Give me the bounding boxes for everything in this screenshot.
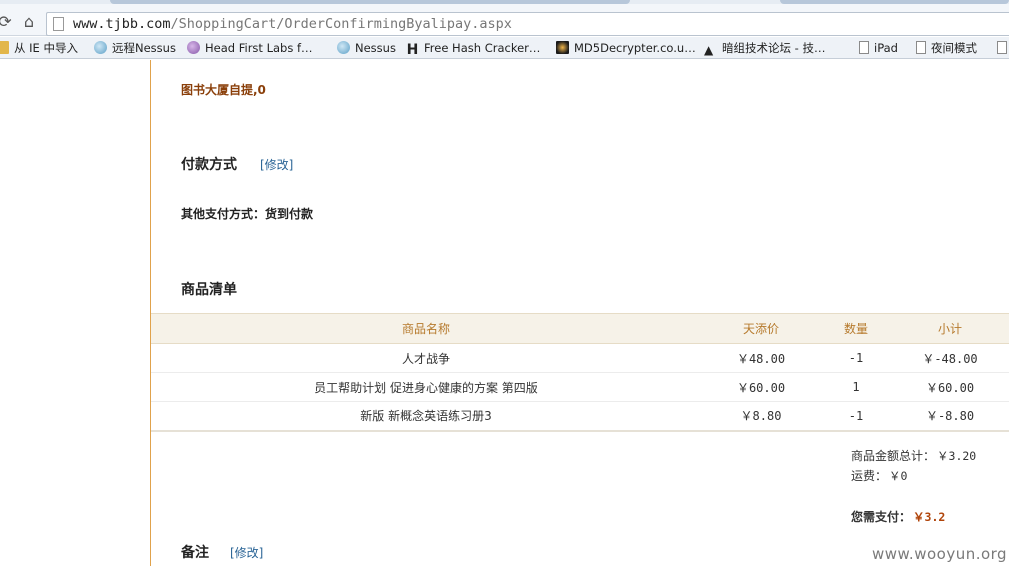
goods-total-label: 商品金额总计： bbox=[851, 449, 936, 463]
bookmark-ipad[interactable]: iPad bbox=[859, 39, 898, 57]
table-header-row: 商品名称 天添价 数量 小计 bbox=[151, 313, 1009, 344]
amount-due-label: 您需支付： bbox=[851, 510, 912, 524]
home-icon[interactable]: ⌂ bbox=[20, 13, 38, 31]
page-icon bbox=[997, 41, 1007, 54]
globe-icon bbox=[337, 41, 350, 54]
edit-payment-link[interactable]: [修改] bbox=[260, 156, 293, 173]
page-icon bbox=[53, 17, 64, 31]
watermark: www.wooyun.org bbox=[872, 545, 1008, 563]
bookmark-label: Free Hash Cracker… bbox=[424, 41, 541, 55]
page-icon bbox=[916, 41, 926, 54]
address-bar: ⟳ ⌂ www.tjbb.com/ShoppingCart/OrderConfi… bbox=[0, 4, 1009, 36]
bookmark-forum[interactable]: ▲ 暗组技术论坛 - 技… bbox=[704, 39, 825, 57]
shipping-value: ￥0 bbox=[889, 469, 908, 483]
item-subtotal: ￥60.00 bbox=[891, 372, 1009, 402]
item-price: ￥60.00 bbox=[701, 372, 821, 402]
item-name: 员工帮助计划 促进身心健康的方案 第四版 bbox=[151, 372, 701, 402]
header-name: 商品名称 bbox=[151, 313, 701, 344]
bookmark-remote-nessus[interactable]: 远程Nessus bbox=[94, 39, 176, 57]
bookmark-nessus[interactable]: Nessus bbox=[337, 39, 396, 57]
globe-icon bbox=[94, 41, 107, 54]
bookmark-label: 暗组技术论坛 - 技… bbox=[722, 41, 826, 55]
url-host: www.tjbb.com bbox=[73, 16, 171, 32]
bookmark-overflow[interactable] bbox=[997, 39, 1009, 57]
bookmark-label: 远程Nessus bbox=[112, 41, 176, 55]
bookmark-label: iPad bbox=[874, 41, 898, 55]
item-price: ￥48.00 bbox=[701, 343, 821, 373]
bookmarks-bar: 从 IE 中导入 远程Nessus Head First Labs f… Nes… bbox=[0, 37, 1009, 59]
url-path: /ShoppingCart/OrderConfirmingByalipay.as… bbox=[170, 16, 512, 32]
amount-due: 您需支付： ￥3.2 bbox=[851, 508, 945, 525]
item-name: 人才战争 bbox=[151, 343, 701, 373]
payment-method-text: 其他支付方式：货到付款 bbox=[181, 207, 314, 221]
header-qty: 数量 bbox=[821, 313, 891, 344]
bookmark-night-mode[interactable]: 夜间模式 bbox=[916, 39, 977, 57]
amount-due-value: ￥3.2 bbox=[913, 510, 946, 524]
bookmark-label: MD5Decrypter.co.u… bbox=[574, 41, 696, 55]
payment-section-title: 付款方式 bbox=[181, 157, 237, 173]
goods-total: 商品金额总计： ￥3.20 bbox=[851, 447, 976, 464]
header-subtotal: 小计 bbox=[891, 313, 1009, 344]
page-content: 图书大厦自提,0 付款方式 [修改] 其他支付方式：货到付款 商品清单 商品名称… bbox=[0, 60, 1009, 566]
shipping-label: 运费： bbox=[851, 469, 888, 483]
items-table: 商品名称 天添价 数量 小计 人才战争 ￥48.00 -1 ￥-48.00 员工… bbox=[151, 313, 1009, 432]
bookmark-free-hash-cracker[interactable]: H Free Hash Cracker… bbox=[406, 39, 541, 58]
bookmark-label: Nessus bbox=[355, 41, 396, 55]
item-qty: 1 bbox=[821, 372, 891, 402]
edit-remarks-link[interactable]: [修改] bbox=[230, 544, 263, 561]
hat-icon: ▲ bbox=[704, 43, 714, 57]
bookmark-label: Head First Labs f… bbox=[205, 41, 313, 55]
item-subtotal: ￥-8.80 bbox=[891, 401, 1009, 432]
table-row: 新版 新概念英语练习册3 ￥8.80 -1 ￥-8.80 bbox=[151, 401, 1009, 432]
item-price: ￥8.80 bbox=[701, 401, 821, 432]
goods-total-value: ￥3.20 bbox=[937, 449, 977, 463]
item-name: 新版 新概念英语练习册3 bbox=[151, 401, 701, 432]
items-section-title: 商品清单 bbox=[181, 282, 237, 298]
table-row: 人才战争 ￥48.00 -1 ￥-48.00 bbox=[151, 343, 1009, 373]
reload-icon[interactable]: ⟳ bbox=[0, 13, 14, 31]
item-qty: -1 bbox=[821, 401, 891, 432]
remarks-section-title: 备注 bbox=[181, 545, 209, 561]
url-input[interactable]: www.tjbb.com/ShoppingCart/OrderConfirmin… bbox=[46, 12, 1009, 36]
item-subtotal: ￥-48.00 bbox=[891, 343, 1009, 373]
table-row: 员工帮助计划 促进身心健康的方案 第四版 ￥60.00 1 ￥60.00 bbox=[151, 372, 1009, 402]
url-text: www.tjbb.com/ShoppingCart/OrderConfirmin… bbox=[73, 16, 512, 32]
bookmark-import-ie[interactable]: 从 IE 中导入 bbox=[0, 39, 78, 57]
brain-icon bbox=[187, 41, 200, 54]
site-icon bbox=[556, 41, 569, 54]
folder-icon bbox=[0, 41, 9, 54]
pickup-info: 图书大厦自提,0 bbox=[181, 83, 266, 97]
item-qty: -1 bbox=[821, 343, 891, 373]
bookmark-label: 夜间模式 bbox=[931, 41, 977, 55]
bookmark-md5decrypter[interactable]: MD5Decrypter.co.u… bbox=[556, 39, 696, 57]
hash-icon: H bbox=[406, 42, 419, 58]
shipping-fee: 运费： ￥0 bbox=[851, 467, 907, 484]
bookmark-head-first-labs[interactable]: Head First Labs f… bbox=[187, 39, 313, 57]
bookmark-label: 从 IE 中导入 bbox=[14, 41, 78, 55]
header-price: 天添价 bbox=[701, 313, 821, 344]
page-icon bbox=[859, 41, 869, 54]
